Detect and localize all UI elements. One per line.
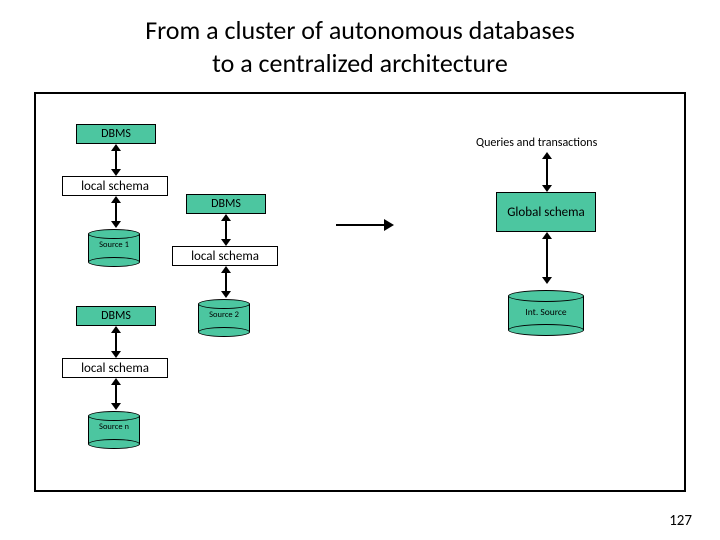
queries-label: Queries and transactions [476, 136, 597, 150]
source2-cylinder: Source 2 [198, 304, 250, 332]
diagram-frame: DBMS local schema Source 1 DBMS local sc… [34, 92, 686, 492]
slide-title: From a cluster of autonomous databases t… [0, 0, 720, 89]
arrow-schema1-source1 [115, 202, 117, 222]
global-schema-box: Global schema [496, 192, 596, 232]
arrow-schema3-sourcen [115, 384, 117, 404]
source2-label: Source 2 [198, 310, 250, 320]
dbms-box-3: DBMS [76, 306, 156, 326]
global-schema-label: Global schema [507, 206, 585, 219]
title-line-1: From a cluster of autonomous databases [145, 14, 575, 46]
arrow-queries-global [546, 158, 548, 186]
arrow-global-intsource [546, 238, 548, 278]
sourcen-cylinder: Source n [88, 416, 140, 444]
local-schema-box-3: local schema [62, 358, 168, 378]
transition-arrow [336, 224, 386, 226]
arrow-dbms3-schema3 [115, 332, 117, 352]
source1-cylinder: Source 1 [88, 234, 140, 262]
local-schema-label-3: local schema [81, 362, 149, 375]
arrow-dbms2-schema2 [225, 220, 227, 240]
title-line-2: to a centralized architecture [212, 47, 508, 79]
source1-label: Source 1 [88, 240, 140, 250]
page-number: 127 [669, 512, 692, 530]
local-schema-box-1: local schema [62, 176, 168, 196]
dbms-box-2: DBMS [186, 194, 266, 214]
dbms-label-2: DBMS [211, 198, 241, 210]
int-source-cylinder: Int. Source [508, 296, 584, 330]
local-schema-label-1: local schema [81, 180, 149, 193]
local-schema-box-2: local schema [172, 246, 278, 266]
int-source-label: Int. Source [508, 306, 584, 318]
sourcen-label: Source n [88, 422, 140, 432]
arrow-schema2-source2 [225, 272, 227, 292]
dbms-label-3: DBMS [101, 310, 131, 322]
dbms-label-1: DBMS [101, 128, 131, 140]
arrow-dbms1-schema1 [115, 150, 117, 170]
local-schema-label-2: local schema [191, 250, 259, 263]
dbms-box-1: DBMS [76, 124, 156, 144]
